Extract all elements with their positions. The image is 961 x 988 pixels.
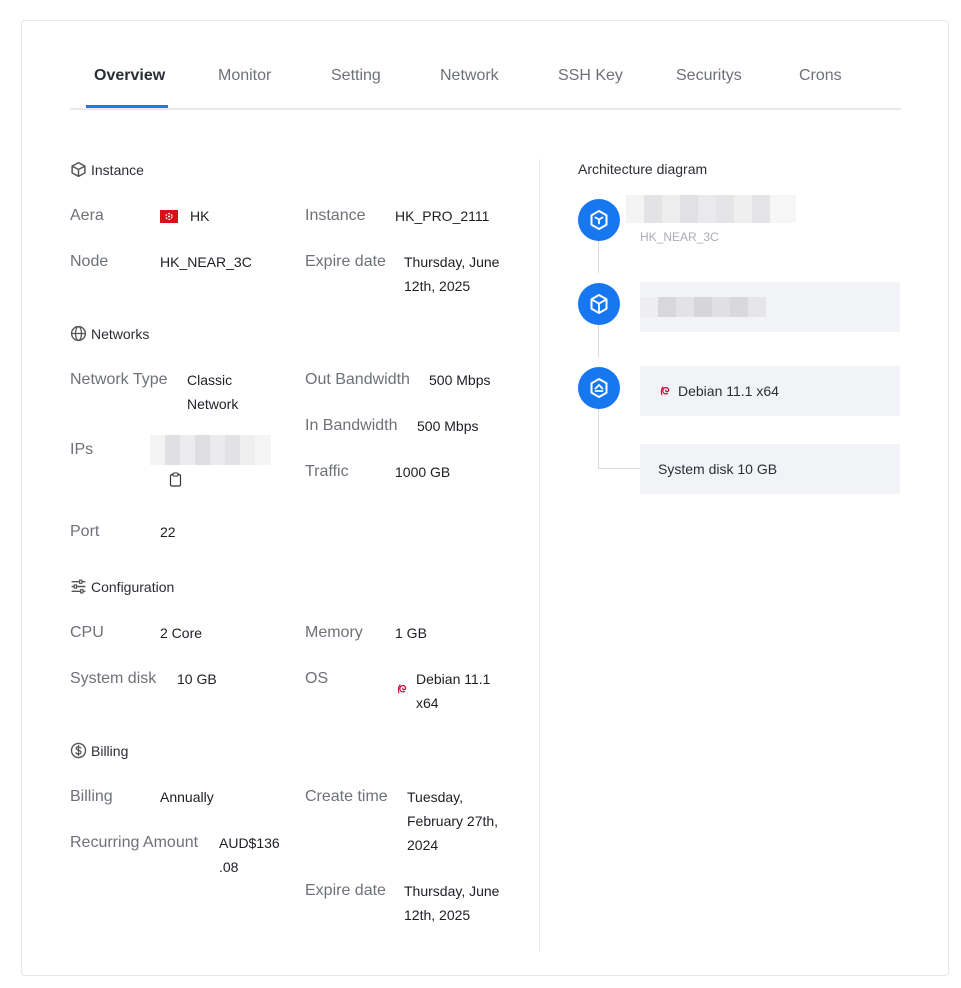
node-cube-icon <box>590 210 608 230</box>
cpu-value: 2 Core <box>160 625 203 641</box>
traffic-label: Traffic <box>305 463 349 480</box>
out-bandwidth-label: Out Bandwidth <box>305 371 410 388</box>
os-value: Debian 11.1 x64 <box>416 671 491 711</box>
section-instance: Instance <box>70 161 144 178</box>
create-time-value: Tuesday, February 27th, 2024 <box>407 789 499 853</box>
instance-label: Instance <box>305 207 366 224</box>
section-title: Networks <box>91 325 150 342</box>
port-value: 22 <box>160 524 176 540</box>
node-circle-node <box>578 199 620 241</box>
instance-detail-card: Overview Monitor Setting Network SSH Key… <box>21 20 949 976</box>
node-subtitle: HK_NEAR_3C <box>640 230 719 244</box>
expire-date-value: Thursday, June 12th, 2025 <box>404 254 500 294</box>
section-networks: Networks <box>70 325 149 342</box>
dollar-coin-icon <box>70 742 87 759</box>
memory-label: Memory <box>305 624 363 641</box>
memory-value: 1 GB <box>395 625 427 641</box>
system-disk-value: 10 GB <box>177 671 217 687</box>
os-label: OS <box>305 670 329 687</box>
hong-kong-flag-icon <box>160 210 178 223</box>
ips-label: IPs <box>70 441 94 458</box>
tab-network[interactable]: Network <box>440 67 499 85</box>
connector-line <box>598 468 640 469</box>
architecture-diagram-title: Architecture diagram <box>578 161 708 177</box>
tab-securitys[interactable]: Securitys <box>676 67 742 85</box>
cpu-label: CPU <box>70 624 104 641</box>
in-bandwidth-label: In Bandwidth <box>305 417 398 434</box>
tab-overview[interactable]: Overview <box>94 67 165 85</box>
os-disk-icon <box>590 378 608 398</box>
debian-logo-icon <box>397 684 407 694</box>
in-bandwidth-value: 500 Mbps <box>417 418 479 434</box>
tab-ssh-key[interactable]: SSH Key <box>558 67 623 85</box>
instance-name-redacted <box>640 297 766 317</box>
os-box: Debian 11.1 x64 <box>640 366 900 416</box>
tab-setting[interactable]: Setting <box>331 67 381 85</box>
disk-box: System disk 10 GB <box>640 444 900 494</box>
debian-logo-icon <box>660 386 670 396</box>
connector-line <box>598 409 599 469</box>
node-circle-instance <box>578 283 620 325</box>
area-value: HK <box>190 208 210 224</box>
create-time-label: Create time <box>305 788 388 805</box>
section-billing: Billing <box>70 742 128 759</box>
billing-label: Billing <box>70 788 113 805</box>
node-label: Node <box>70 253 109 270</box>
billing-value: Annually <box>160 789 214 805</box>
sliders-icon <box>71 579 86 594</box>
billing-expire-date-label: Expire date <box>305 882 386 899</box>
tab-monitor[interactable]: Monitor <box>218 67 271 85</box>
column-divider <box>539 159 540 951</box>
billing-expire-date-value: Thursday, June 12th, 2025 <box>404 883 500 923</box>
active-tab-indicator <box>86 105 168 108</box>
network-type-value: Classic Network <box>187 372 239 412</box>
globe-icon <box>70 325 87 342</box>
recurring-amount-value: AUD$136 .08 <box>219 835 280 875</box>
node-value: HK_NEAR_3C <box>160 254 252 270</box>
expire-date-label: Expire date <box>305 253 386 270</box>
os-box-label: Debian 11.1 x64 <box>678 383 779 399</box>
node-circle-os <box>578 367 620 409</box>
section-configuration: Configuration <box>70 578 174 595</box>
section-title: Configuration <box>91 578 175 595</box>
traffic-value: 1000 GB <box>395 464 451 480</box>
instance-value: HK_PRO_2111 <box>395 208 490 224</box>
disk-box-label: System disk 10 GB <box>658 461 778 477</box>
cube-icon <box>71 161 86 178</box>
tab-bar: Overview Monitor Setting Network SSH Key… <box>70 21 901 110</box>
section-title: Instance <box>91 161 144 178</box>
instance-cube-icon <box>590 294 608 314</box>
area-label: Aera <box>70 207 104 224</box>
connector-line <box>598 241 599 273</box>
connector-line <box>598 325 599 357</box>
network-type-label: Network Type <box>70 371 168 388</box>
copy-clipboard-icon[interactable] <box>169 472 182 487</box>
out-bandwidth-value: 500 Mbps <box>429 372 491 388</box>
recurring-amount-label: Recurring Amount <box>70 834 199 851</box>
instance-box <box>640 282 900 332</box>
system-disk-label: System disk <box>70 670 157 687</box>
node-name-redacted <box>626 195 796 223</box>
section-title: Billing <box>91 742 129 759</box>
tab-crons[interactable]: Crons <box>799 67 842 85</box>
ip-value-redacted <box>150 435 271 465</box>
port-label: Port <box>70 523 100 540</box>
